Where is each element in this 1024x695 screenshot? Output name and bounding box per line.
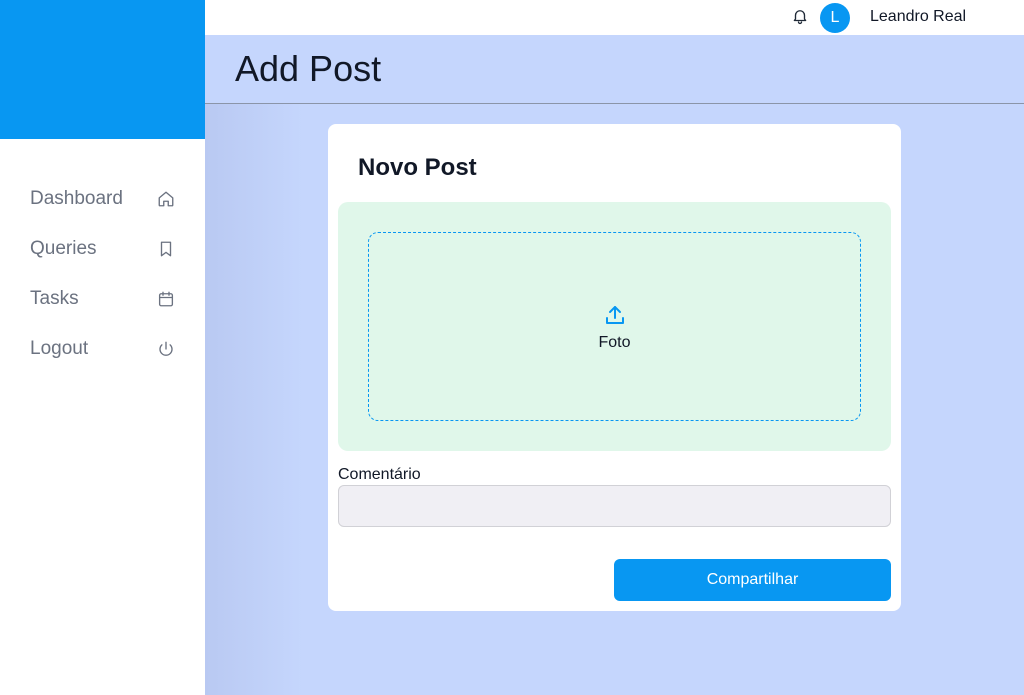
upload-icon [603,303,627,327]
calendar-icon [157,290,175,308]
top-bar: L Leandro Real [205,0,1024,35]
sidebar-nav: Dashboard Queries Tasks Logout [0,174,205,374]
user-name[interactable]: Leandro Real [870,8,966,26]
sidebar-item-label: Queries [30,238,97,259]
sidebar-item-label: Logout [30,338,89,359]
page-header: Add Post [205,35,1024,104]
sidebar-item-dashboard[interactable]: Dashboard [0,174,205,224]
sidebar-brand-banner [0,0,205,139]
sidebar: Dashboard Queries Tasks Logout [0,0,205,695]
share-button[interactable]: Compartilhar [614,559,891,601]
power-icon [157,340,175,358]
upload-label: Foto [598,334,631,351]
new-post-card: Novo Post Foto Comentário Compartilhar [328,124,901,611]
page-title: Add Post [235,48,382,89]
sidebar-item-label: Dashboard [30,188,123,209]
avatar[interactable]: L [820,3,850,33]
sidebar-item-logout[interactable]: Logout [0,324,205,374]
comment-input[interactable] [338,485,891,527]
sidebar-item-tasks[interactable]: Tasks [0,274,205,324]
photo-dropzone[interactable]: Foto [368,232,861,421]
sidebar-item-queries[interactable]: Queries [0,224,205,274]
bookmark-icon [157,240,175,258]
sidebar-item-label: Tasks [30,288,79,309]
photo-upload-area: Foto [338,202,891,451]
card-title: Novo Post [358,154,477,181]
bell-icon[interactable] [791,7,811,27]
home-icon [157,190,175,208]
comment-label: Comentário [338,466,421,483]
